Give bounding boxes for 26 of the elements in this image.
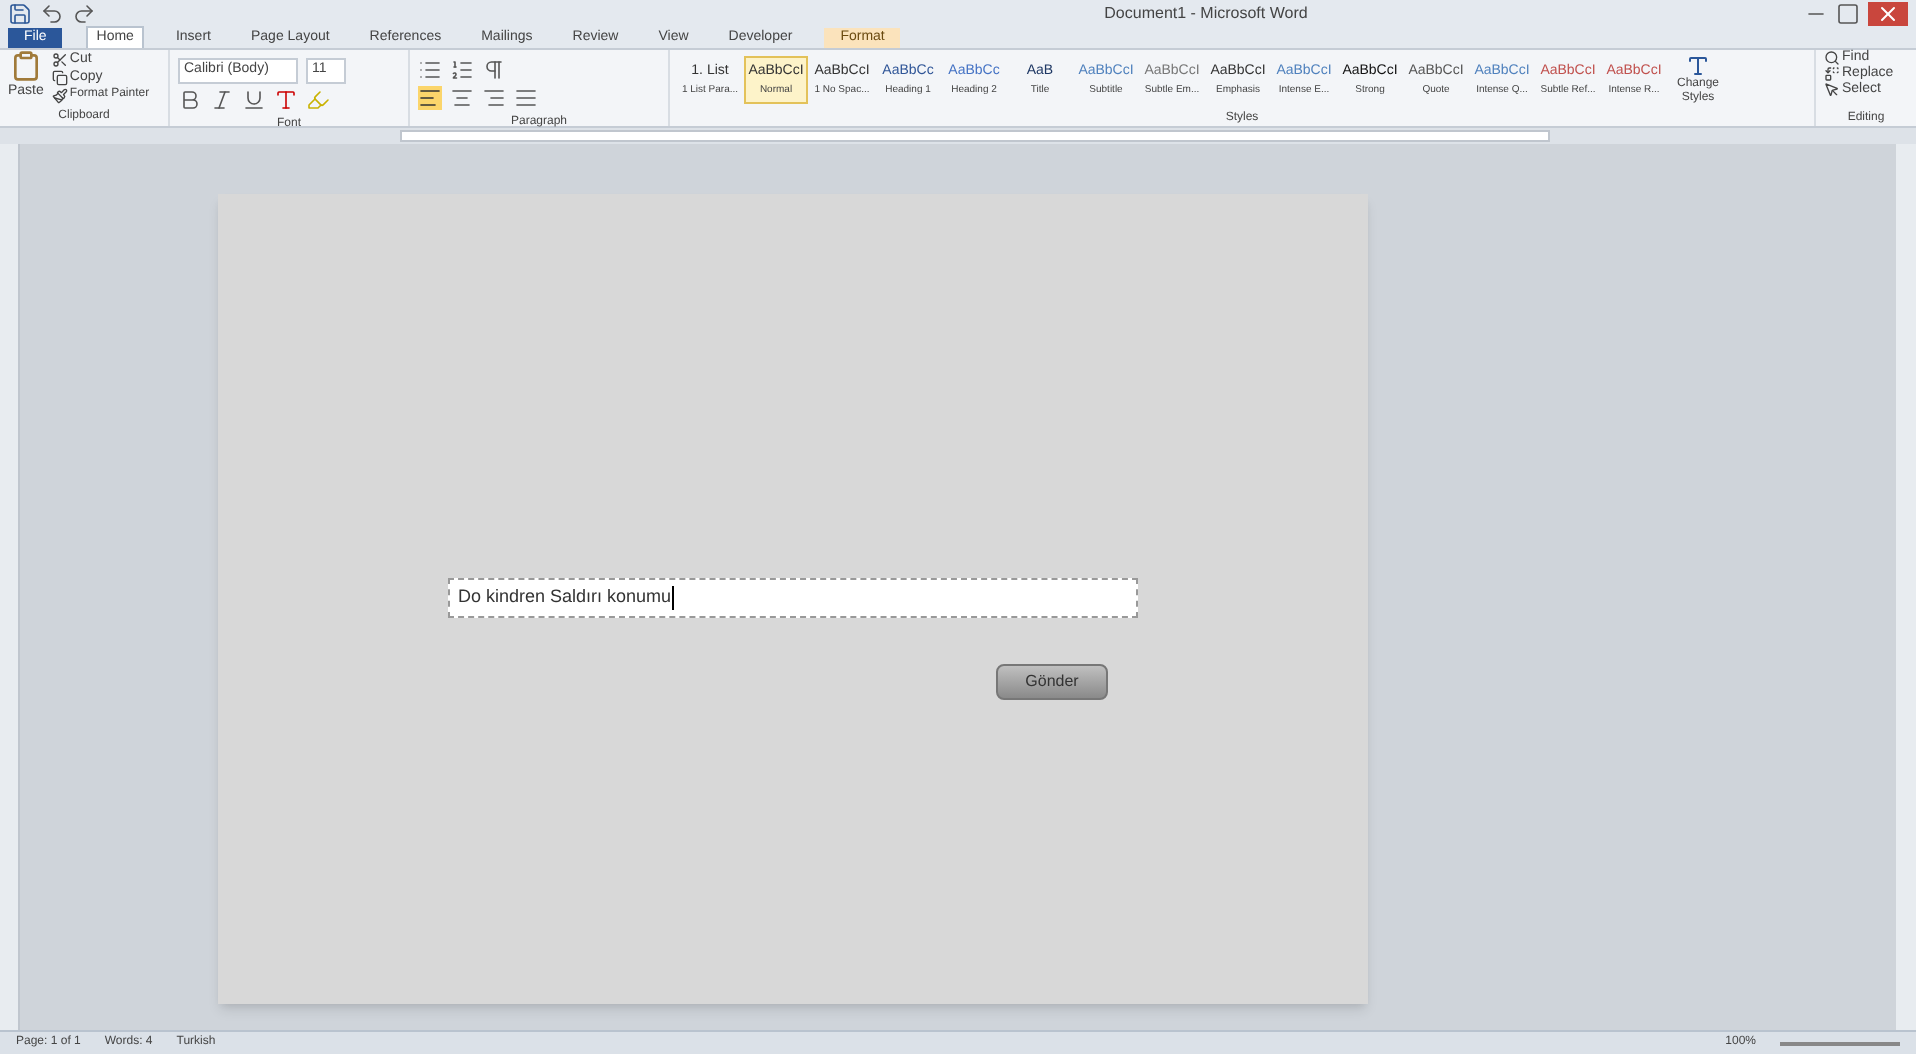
- search-icon: [1824, 50, 1840, 66]
- numbering-icon[interactable]: [450, 58, 474, 82]
- close-icon[interactable]: [1868, 2, 1908, 26]
- pointer-icon: [1824, 82, 1840, 98]
- replace-icon: [1824, 66, 1840, 82]
- save-icon[interactable]: [8, 2, 32, 26]
- clipboard-icon: [9, 50, 42, 82]
- window-title: Document1 - Microsoft Word: [1102, 2, 1310, 26]
- align-right-icon[interactable]: [482, 86, 506, 110]
- underline-icon[interactable]: [242, 87, 266, 111]
- justify-icon[interactable]: [514, 86, 538, 110]
- pilcrow-icon[interactable]: [482, 58, 506, 82]
- font-color-icon[interactable]: [274, 87, 298, 111]
- paintbrush-icon: [51, 87, 68, 103]
- align-center-icon[interactable]: [450, 86, 474, 110]
- copy-icon: [51, 69, 68, 85]
- text-input-field[interactable]: Do kindren Saldırı konumu: [448, 578, 1138, 618]
- maximize-icon[interactable]: [1836, 2, 1860, 26]
- bold-icon[interactable]: [178, 87, 202, 111]
- scissors-icon: [51, 51, 68, 67]
- scroll-bar[interactable]: [1896, 144, 1916, 1030]
- undo-icon[interactable]: [40, 2, 64, 26]
- align-left-icon[interactable]: [418, 86, 442, 110]
- redo-icon[interactable]: [72, 2, 96, 26]
- submit-button[interactable]: Gönder: [996, 664, 1108, 700]
- italic-icon[interactable]: [210, 87, 234, 111]
